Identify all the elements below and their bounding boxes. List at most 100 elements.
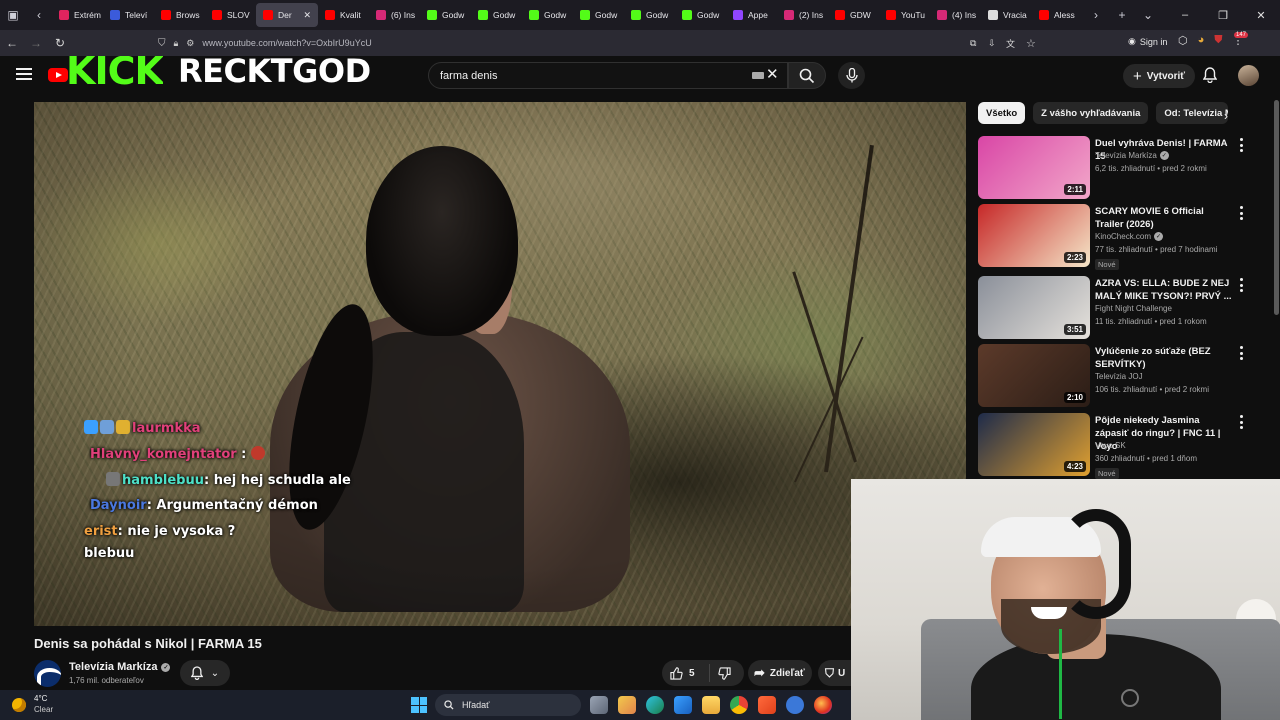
share-button[interactable]: ➦ Zdieľať (748, 660, 812, 686)
reload-icon[interactable]: ↻ (48, 30, 72, 56)
download-icon[interactable]: ⇩ (988, 38, 996, 49)
weather-moon-icon[interactable] (12, 698, 26, 712)
browser-tab[interactable]: Godw (420, 3, 471, 27)
more-actions-icon[interactable] (1236, 206, 1246, 220)
browser-tab[interactable]: Brows (154, 3, 205, 27)
file-explorer-icon[interactable] (702, 696, 720, 714)
youtube-logo-icon[interactable] (48, 68, 68, 82)
forward-icon[interactable]: → (24, 30, 48, 56)
browser-tab[interactable]: (2) Ins (777, 3, 828, 27)
recommendation-item[interactable]: 2:11 Duel vyhráva Denis! | FARMA 15 Televí… (978, 136, 1268, 200)
address-bar[interactable]: ⛉ 🔒︎ ⚙ www.youtube.com/watch?v=OxbIrU9uY… (150, 33, 1050, 53)
browser-tab[interactable]: Godw (522, 3, 573, 27)
restore-icon[interactable]: ❐ (1204, 9, 1242, 22)
browser-tab[interactable]: Extrém (52, 3, 103, 27)
recommendation-channel[interactable]: Televízia JOJ (1095, 372, 1143, 381)
more-actions-icon[interactable] (1236, 415, 1246, 429)
task-view-icon[interactable] (590, 696, 608, 714)
like-button[interactable]: 5 (662, 664, 710, 682)
edge-icon[interactable] (646, 696, 664, 714)
brave-icon[interactable] (758, 696, 776, 714)
store-icon[interactable] (618, 696, 636, 714)
video-player[interactable]: laurmkka Hlavny_komejntator : hamblebuu: … (34, 102, 966, 626)
video-thumbnail[interactable]: 4:23 (978, 413, 1090, 476)
browser-tab[interactable]: Godw (675, 3, 726, 27)
browser-tab[interactable]: SLOV (205, 3, 256, 27)
dislike-button[interactable] (710, 666, 731, 680)
more-actions-icon[interactable] (1236, 346, 1246, 360)
tab-list-icon[interactable]: ▣ (0, 0, 26, 30)
discord-icon[interactable] (786, 696, 804, 714)
subscription-bell-button[interactable]: ⌄ (180, 660, 230, 686)
channel-avatar[interactable] (34, 660, 61, 687)
recommendation-channel[interactable]: Fight Night Challenge (1095, 304, 1172, 313)
chevron-right-icon[interactable]: › (1224, 109, 1228, 123)
translate-icon[interactable]: 文 (1006, 37, 1015, 50)
browser-tab[interactable]: Vracia (981, 3, 1032, 27)
recommendation-title[interactable]: AZRA VS: ELLA: BUDE Z NEJ MALÝ MIKE TYSO… (1095, 277, 1233, 303)
browser-tab[interactable]: Aless (1032, 3, 1083, 27)
channel-name-link[interactable]: Televízia Markíza ✓ (69, 661, 171, 673)
recommendation-channel[interactable]: Televízia Markíza ✓ (1095, 151, 1169, 160)
create-button[interactable]: + Vytvoriť (1123, 64, 1196, 88)
video-thumbnail[interactable]: 3:51 (978, 276, 1090, 339)
profile-color-icon[interactable]: ◕ (1198, 34, 1205, 47)
tab-overflow-icon[interactable]: ⌄ (1135, 0, 1161, 30)
browser-tab[interactable]: (6) Ins (369, 3, 420, 27)
browser-tab[interactable]: Godw (624, 3, 675, 27)
recommendation-item[interactable]: 4:23 Pôjde niekedy Jasmina zápasiť do rin… (978, 413, 1268, 479)
photos-icon[interactable] (674, 696, 692, 714)
browser-tab[interactable]: Godw (573, 3, 624, 27)
extensions-icon[interactable]: ⬡ (1178, 34, 1188, 47)
video-thumbnail[interactable]: 2:23 (978, 204, 1090, 267)
chrome-icon[interactable] (730, 696, 748, 714)
browser-tab[interactable]: Godw (471, 3, 522, 27)
browser-tab[interactable]: Der ✕ (256, 3, 318, 27)
page-scrollbar[interactable] (1274, 100, 1279, 315)
browser-tab[interactable]: Appe (726, 3, 777, 27)
permissions-icon[interactable]: ⚙ (186, 38, 194, 49)
recommendation-item[interactable]: 2:10 Vylúčenie zo súťaže (BEZ SERVÍTKY) Te… (978, 344, 1268, 408)
close-tab-icon[interactable]: ✕ (303, 10, 311, 21)
filter-chip[interactable]: Všetko (978, 102, 1026, 124)
new-tab-icon[interactable]: + (1109, 0, 1135, 30)
taskbar-search[interactable]: Hľadať (435, 694, 581, 716)
channel-name: Fight Night Challenge (1095, 304, 1172, 313)
recommendation-channel[interactable]: Voyo SK (1095, 441, 1126, 450)
tabs-scroll-right-icon[interactable]: › (1083, 0, 1109, 30)
filter-chip[interactable]: Od: Televízia M (1156, 102, 1229, 124)
windows-start-icon[interactable] (411, 697, 427, 713)
browser-tab[interactable]: GDW (828, 3, 879, 27)
browser-tab[interactable]: YouTu (879, 3, 930, 27)
search-button[interactable] (788, 62, 826, 89)
browser-tab[interactable]: (4) Ins (930, 3, 981, 27)
menu-hamburger-icon[interactable] (16, 68, 32, 80)
browser-tab[interactable]: Kvalit (318, 3, 369, 27)
video-thumbnail[interactable]: 2:11 (978, 136, 1090, 199)
recommendation-title[interactable]: SCARY MOVIE 6 Official Trailer (2026) (1095, 205, 1233, 231)
firefox-icon[interactable] (814, 696, 832, 714)
back-icon[interactable]: ← (0, 30, 24, 56)
recommendation-item[interactable]: 2:23 SCARY MOVIE 6 Official Trailer (2026… (978, 204, 1268, 270)
tabs-scroll-left-icon[interactable]: ‹ (26, 0, 52, 30)
bookmark-star-icon[interactable]: ☆ (1026, 37, 1036, 50)
filter-chip[interactable]: Z vášho vyhľadávania (1033, 102, 1149, 124)
recommendation-channel[interactable]: KinoCheck.com ✓ (1095, 232, 1164, 241)
sign-in-button[interactable]: ◉ Sign in (1128, 36, 1167, 47)
close-window-icon[interactable]: ✕ (1242, 9, 1280, 22)
ublock-icon[interactable]: ⛊ (1214, 34, 1222, 47)
browser-tab[interactable]: Televí (103, 3, 154, 27)
clear-search-icon[interactable]: ✕ (766, 65, 779, 83)
keyboard-icon[interactable] (752, 72, 764, 79)
more-actions-icon[interactable] (1236, 278, 1246, 292)
video-thumbnail[interactable]: 2:10 (978, 344, 1090, 407)
notifications-button[interactable] (1200, 65, 1220, 85)
minimize-icon[interactable]: – (1166, 9, 1204, 21)
screenshot-icon[interactable]: ⧉ (970, 38, 976, 49)
voice-search-button[interactable] (838, 62, 865, 89)
more-actions-icon[interactable] (1236, 138, 1246, 152)
recommendation-title[interactable]: Vylúčenie zo súťaže (BEZ SERVÍTKY) (1095, 345, 1233, 371)
user-avatar[interactable] (1238, 65, 1259, 86)
search-input[interactable]: farma denis (428, 62, 788, 89)
recommendation-item[interactable]: 3:51 AZRA VS: ELLA: BUDE Z NEJ MALÝ MIKE … (978, 276, 1268, 340)
